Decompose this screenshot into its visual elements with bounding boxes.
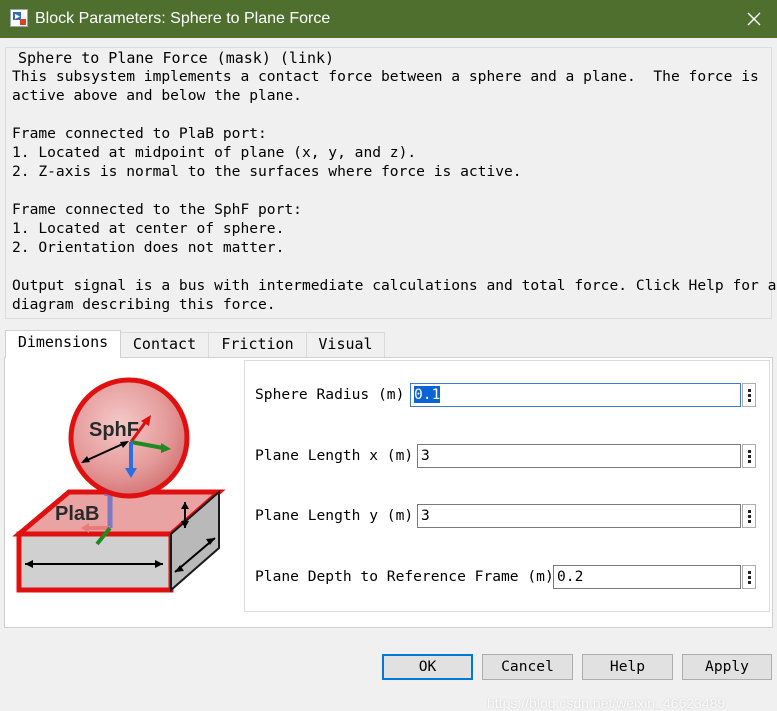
tab-visual[interactable]: Visual (306, 332, 385, 357)
close-button[interactable] (731, 0, 777, 38)
help-button-label: Help (609, 658, 646, 675)
apply-button[interactable]: Apply (682, 654, 772, 680)
plane-length-x-menu-button[interactable] (742, 444, 756, 468)
sphere-radius-input[interactable]: 0.1 (410, 383, 741, 407)
title-bar[interactable]: Block Parameters: Sphere to Plane Force (0, 0, 777, 38)
tab-label: Visual (318, 335, 373, 353)
cancel-button-label: Cancel (501, 658, 554, 675)
kebab-menu-icon (747, 398, 751, 402)
tab-label: Dimensions (17, 333, 109, 351)
plane-length-x-label: Plane Length x (m) (255, 447, 414, 464)
tab-contact[interactable]: Contact (120, 332, 209, 357)
description-line (12, 181, 768, 200)
ok-button[interactable]: OK (382, 654, 473, 680)
plane-front-face (16, 531, 174, 593)
description-line: diagram describing this force. (12, 296, 276, 313)
kebab-menu-icon (747, 570, 751, 574)
plane-depth-value: 0.2 (557, 568, 584, 585)
description-line: This subsystem implements a contact forc… (12, 68, 759, 85)
description-line: 1. Located at center of sphere. (12, 220, 285, 237)
watermark-text: https://blog.csdn.net/weixin_46623489 (487, 695, 726, 711)
kebab-menu-icon (747, 393, 751, 397)
sphere-radius-label: Sphere Radius (m) (255, 386, 405, 403)
simulink-block-icon (10, 9, 28, 27)
sphere-radius-menu-button[interactable] (742, 383, 756, 407)
parameters-panel: Sphere Radius (m) 0.1 Plane Length x (m)… (244, 360, 770, 612)
plane-length-y-value: 3 (421, 507, 430, 524)
tab-label: Friction (221, 335, 294, 353)
sphere-label: SphF (89, 419, 139, 441)
kebab-menu-icon (747, 509, 751, 513)
tab-panel-dimensions: PlaB SphF Sphere Radius (m) 0.1 Plane Le… (4, 357, 773, 628)
description-line: 2. Orientation does not matter. (12, 239, 285, 256)
plane-length-y-menu-button[interactable] (742, 504, 756, 528)
tab-friction[interactable]: Friction (208, 332, 307, 357)
close-icon (747, 12, 761, 26)
sphere-radius-value: 0.1 (414, 386, 441, 403)
plane-depth-menu-button[interactable] (742, 565, 756, 589)
description-line (12, 257, 768, 276)
group-legend: Sphere to Plane Force (mask) (link) (16, 49, 337, 67)
plane-length-y-label: Plane Length y (m) (255, 507, 414, 524)
description-line: 2. Z-axis is normal to the surfaces wher… (12, 163, 522, 180)
description-line: Frame connected to PlaB port: (12, 125, 267, 142)
kebab-menu-icon (747, 449, 751, 453)
plane-depth-input[interactable]: 0.2 (553, 565, 741, 589)
tab-label: Contact (132, 335, 197, 353)
plane-label: PlaB (55, 503, 99, 525)
kebab-menu-icon (747, 514, 751, 518)
ok-button-label: OK (418, 658, 437, 675)
description-line: Output signal is a bus with intermediate… (12, 277, 777, 294)
kebab-menu-icon (747, 519, 751, 523)
kebab-menu-icon (747, 459, 751, 463)
kebab-menu-icon (747, 454, 751, 458)
plane-length-x-input[interactable]: 3 (417, 444, 741, 468)
mask-description: This subsystem implements a contact forc… (12, 67, 777, 314)
window-title: Block Parameters: Sphere to Plane Force (35, 10, 331, 27)
description-line: Frame connected to the SphF port: (12, 201, 302, 218)
help-button[interactable]: Help (582, 654, 673, 680)
apply-button-label: Apply (705, 658, 749, 675)
tab-dimensions[interactable]: Dimensions (5, 330, 121, 358)
kebab-menu-icon (747, 388, 751, 392)
plane-depth-label: Plane Depth to Reference Frame (m) (255, 568, 554, 585)
cancel-button[interactable]: Cancel (482, 654, 573, 680)
plane-length-y-input[interactable]: 3 (417, 504, 741, 528)
description-line: 1. Located at midpoint of plane (x, y, a… (12, 144, 417, 161)
kebab-menu-icon (747, 580, 751, 584)
kebab-menu-icon (747, 575, 751, 579)
dialog-body: Sphere to Plane Force (mask) (link) This… (1, 38, 777, 711)
sphere-plane-diagram: PlaB SphF (12, 377, 226, 593)
plane-length-x-value: 3 (421, 447, 430, 464)
description-line (12, 105, 768, 124)
description-line: active above and below the plane. (12, 87, 302, 104)
